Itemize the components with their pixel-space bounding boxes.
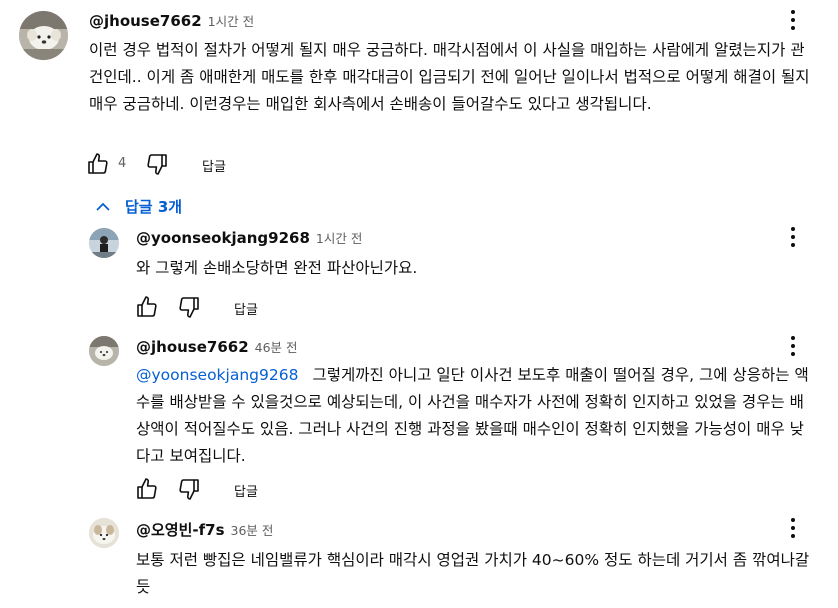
thumbs-up-icon — [88, 153, 108, 174]
dislike-button[interactable] — [177, 477, 201, 501]
mention-link[interactable]: @yoonseokjang9268 — [136, 366, 298, 384]
replies-toggle-label[interactable]: 답글 3개 — [125, 196, 182, 217]
reply-text: 와 그렇게 손배소당하면 완전 파산아닌가요. — [136, 259, 418, 277]
dislike-button[interactable] — [145, 152, 169, 176]
comment-timestamp[interactable]: 1시간 전 — [208, 14, 254, 29]
reply-text: 보통 저런 빵집은 네임밸류가 핵심이라 매각시 영업권 가치가 40~60% … — [136, 551, 810, 596]
reply-timestamp[interactable]: 46분 전 — [255, 340, 298, 355]
avatar[interactable] — [89, 518, 119, 548]
avatar[interactable] — [89, 336, 119, 366]
author-handle[interactable]: @jhouse7662 — [136, 338, 249, 356]
reply-button[interactable]: 답글 — [234, 481, 258, 500]
reply-timestamp[interactable]: 1시간 전 — [316, 231, 362, 246]
comment-author[interactable]: @jhouse7662 1시간 전 — [89, 11, 254, 30]
like-button[interactable] — [135, 295, 159, 319]
like-count: 4 — [118, 156, 127, 171]
author-handle[interactable]: @yoonseokjang9268 — [136, 229, 310, 247]
thumbs-down-icon — [147, 154, 167, 175]
reply-author[interactable]: @yoonseokjang9268 1시간 전 — [136, 228, 362, 247]
reply-author[interactable]: @오영빈-f7s 36분 전 — [136, 519, 273, 540]
thumbs-down-icon — [179, 479, 199, 500]
avatar[interactable] — [19, 11, 68, 60]
reply-timestamp[interactable]: 36분 전 — [231, 523, 274, 538]
author-handle[interactable]: @jhouse7662 — [89, 12, 202, 30]
like-button[interactable] — [135, 477, 159, 501]
more-actions-button[interactable] — [783, 516, 803, 540]
more-actions-button[interactable] — [783, 225, 803, 249]
avatar[interactable] — [89, 228, 119, 258]
reply-button[interactable]: 답글 — [202, 156, 226, 175]
reply-text: @yoonseokjang9268 그렇게까진 아니고 일단 이사건 보도후 매출… — [136, 362, 816, 470]
thumbs-up-icon — [137, 296, 157, 317]
author-handle[interactable]: @오영빈-f7s — [136, 521, 225, 539]
more-actions-button[interactable] — [783, 334, 803, 358]
chevron-up-icon — [96, 202, 110, 211]
like-button[interactable] — [86, 152, 110, 176]
reply-author[interactable]: @jhouse7662 46분 전 — [136, 337, 298, 356]
reply-button[interactable]: 답글 — [234, 299, 258, 318]
comment-text: 이런 경우 법적이 절차가 어떻게 될지 매우 궁금하다. 매각시점에서 이 사… — [89, 41, 810, 113]
more-actions-button[interactable] — [783, 8, 803, 32]
thumbs-up-icon — [137, 478, 157, 499]
dislike-button[interactable] — [177, 295, 201, 319]
thumbs-down-icon — [179, 297, 199, 318]
replies-toggle[interactable]: 답글 3개 — [95, 196, 182, 217]
